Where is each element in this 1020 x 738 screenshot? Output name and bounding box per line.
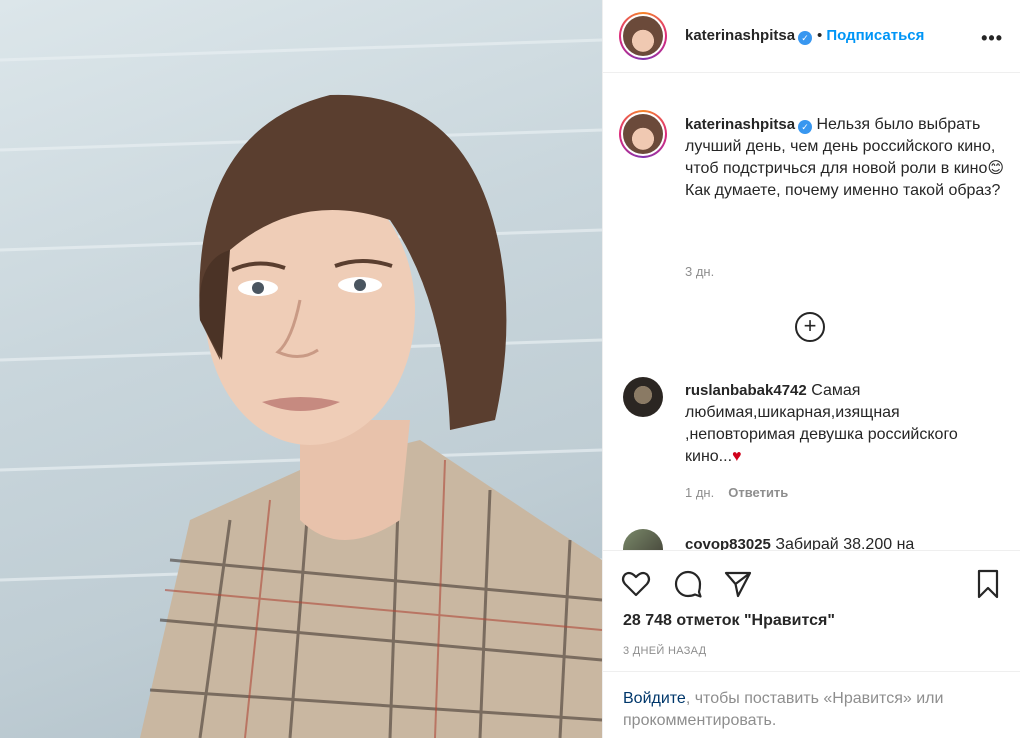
caption-time[interactable]: 3 дн.	[685, 264, 714, 279]
post-panel: katerinashpitsa ✓ • Подписаться ••• katerin…	[602, 0, 1020, 738]
comment: ruslanbabak4742 Самая любимая,шикарная,и…	[685, 380, 995, 468]
bookmark-icon[interactable]	[973, 569, 1003, 599]
login-prompt: Войдите, чтобы поставить «Нравится» или …	[603, 671, 1020, 738]
share-icon[interactable]	[723, 569, 753, 599]
caption: katerinashpitsa ✓ Нельзя было выбрать луч…	[685, 114, 1005, 202]
comment-meta: 1 дн. Ответить	[685, 485, 788, 500]
comment-time[interactable]: 1 дн.	[685, 485, 714, 500]
portrait-image	[0, 38, 602, 738]
load-more-comments-button[interactable]: +	[795, 312, 825, 342]
caption-avatar[interactable]	[619, 110, 667, 158]
comment-avatar[interactable]	[623, 377, 663, 417]
heart-emoji-icon: ♥	[732, 448, 742, 465]
comment-icon[interactable]	[673, 569, 703, 599]
author-username[interactable]: katerinashpitsa	[685, 27, 795, 44]
post-photo[interactable]	[0, 0, 602, 738]
caption-username[interactable]: katerinashpitsa	[685, 116, 795, 133]
heart-icon[interactable]	[621, 569, 651, 599]
comment: covop83025 Забирай 38.200 на	[685, 534, 995, 550]
reply-button[interactable]: Ответить	[728, 485, 788, 500]
comment-username[interactable]: ruslanbabak4742	[685, 382, 807, 399]
post-actions: 28 748 отметок "Нравится" 3 ДНЕЙ НАЗАД В…	[603, 550, 1020, 738]
author-avatar[interactable]	[619, 12, 667, 60]
comment-username[interactable]: covop83025	[685, 536, 771, 550]
comments-list[interactable]: katerinashpitsa ✓ Нельзя было выбрать луч…	[603, 74, 1020, 550]
login-link[interactable]: Войдите	[623, 690, 686, 707]
post-header: katerinashpitsa ✓ • Подписаться •••	[603, 0, 1020, 73]
post-date[interactable]: 3 ДНЕЙ НАЗАД	[623, 645, 706, 657]
header-line: katerinashpitsa ✓ • Подписаться	[685, 27, 924, 45]
verified-icon: ✓	[798, 120, 813, 134]
separator-dot: •	[817, 27, 823, 44]
verified-icon: ✓	[798, 31, 813, 45]
comment-avatar[interactable]	[623, 529, 663, 550]
more-icon[interactable]: •••	[981, 28, 1003, 49]
follow-button[interactable]: Подписаться	[826, 27, 924, 44]
comment-text: Забирай 38.200 на	[775, 536, 915, 550]
likes-count[interactable]: 28 748 отметок "Нравится"	[623, 612, 835, 630]
